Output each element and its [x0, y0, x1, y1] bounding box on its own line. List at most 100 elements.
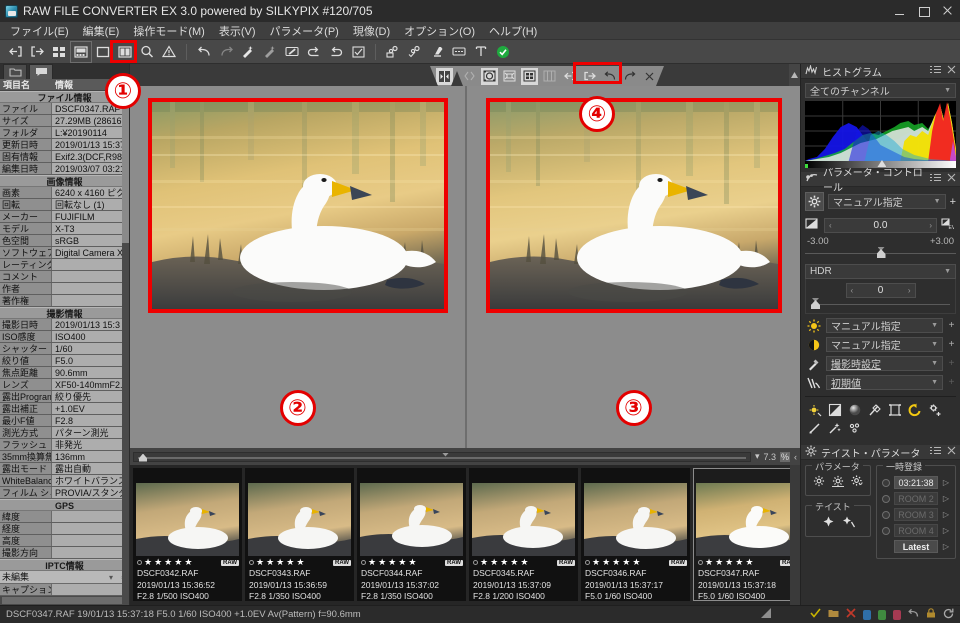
star-icon[interactable]: ★ [612, 558, 620, 567]
list-item[interactable]: ★ ★ ★ ★ ★ RAW DSCF0345.RAF 2019/01/13 15:37:… [469, 468, 578, 601]
exposure-stepper[interactable]: ‹ 0.0 › [824, 217, 937, 233]
menu-help[interactable]: ヘルプ(H) [483, 22, 543, 40]
arrow-left-exit-icon[interactable] [5, 42, 25, 62]
zoom-actual-icon[interactable] [501, 68, 518, 85]
close-icon[interactable] [947, 446, 956, 458]
star-icon[interactable]: ★ [144, 558, 152, 567]
table-row[interactable]: 測光方式 パターン測光 [0, 427, 129, 439]
radio-icon[interactable] [882, 526, 890, 535]
star-icon[interactable]: ★ [715, 558, 723, 567]
close-icon[interactable] [942, 5, 954, 17]
star-icon[interactable]: ★ [592, 558, 600, 567]
star-icon[interactable]: ★ [705, 558, 713, 567]
rotate-yellow-icon[interactable] [907, 402, 922, 417]
maximize-panel-icon[interactable] [761, 608, 771, 621]
lock-icon[interactable] [926, 608, 936, 621]
chevron-right-icon[interactable]: ▷ [942, 494, 950, 503]
tag-blue-icon[interactable] [863, 609, 871, 620]
chevron-left-icon[interactable]: ‹ [794, 452, 797, 462]
table-row[interactable]: 色空間 sRGB [0, 235, 129, 247]
star-icon[interactable]: ★ [154, 558, 162, 567]
gear-paste-icon[interactable] [832, 475, 844, 490]
thumbnail-rating[interactable]: ★ ★ ★ ★ ★ RAW [581, 556, 690, 567]
close-icon[interactable] [947, 173, 956, 185]
close-icon[interactable] [947, 65, 956, 77]
sharpness-icon[interactable] [867, 402, 882, 417]
gear-reset-icon[interactable] [851, 475, 863, 490]
minimize-icon[interactable] [894, 5, 906, 17]
grid-overlay-icon[interactable] [521, 68, 538, 85]
spot-repair-icon[interactable] [827, 420, 842, 435]
rating-none-icon[interactable] [585, 560, 590, 565]
close-icon[interactable] [641, 68, 658, 85]
star-icon[interactable]: ★ [510, 558, 518, 567]
gear-icon[interactable] [805, 192, 824, 211]
panel-menu-icon[interactable] [930, 173, 941, 185]
star-icon[interactable]: ★ [602, 558, 610, 567]
star-icon[interactable]: ★ [735, 558, 743, 567]
star-icon[interactable]: ★ [256, 558, 264, 567]
filmstrip-view-icon[interactable] [70, 40, 92, 63]
green-check-icon[interactable] [493, 42, 513, 62]
table-row[interactable]: コメント [0, 271, 129, 283]
histogram-channel-select[interactable]: 全てのチャンネル ▼ [805, 83, 956, 98]
taste-apply-icon[interactable] [842, 515, 855, 531]
add-parameter-icon[interactable]: + [950, 196, 956, 208]
table-row[interactable]: WhiteBalanceホワイトバランス自動 [0, 475, 129, 487]
list-item-selected[interactable]: ★ ★ ★ ★ ★ RAW DSCF0347.RAF 2019/01/13 15:37:… [693, 468, 800, 601]
brush-rect-icon[interactable] [282, 42, 302, 62]
eraser-icon[interactable] [427, 42, 447, 62]
star-icon[interactable]: ★ [622, 558, 630, 567]
text-plate-icon[interactable] [449, 42, 469, 62]
table-row[interactable]: 撮影日時 2019/01/13 15:3 [0, 319, 129, 331]
table-row[interactable]: 緯度 [0, 511, 129, 523]
contrast-select[interactable]: マニュアル指定 ▼ [826, 337, 943, 352]
table-row[interactable]: 焦点距離 90.6mm [0, 367, 129, 379]
hdr-select[interactable]: HDR ▼ [805, 264, 956, 279]
hdr-stepper[interactable]: ‹ 0 › [845, 283, 916, 298]
maximize-icon[interactable] [918, 5, 930, 17]
redo-icon[interactable] [621, 68, 638, 85]
magnifier-icon[interactable] [137, 42, 157, 62]
register-slot-3[interactable]: ROOM 3 ▷ [882, 508, 950, 521]
table-row[interactable]: 撮影方向 [0, 547, 129, 559]
left-preview-pane[interactable]: ② [130, 86, 465, 448]
chevron-right-icon[interactable]: ▷ [942, 478, 950, 487]
crop-icon[interactable] [887, 402, 902, 417]
thumbnail-rating[interactable]: ★ ★ ★ ★ ★ RAW [245, 556, 354, 567]
rating-none-icon[interactable] [698, 560, 703, 565]
rotate-left-icon[interactable] [304, 42, 324, 62]
delete-x-icon[interactable] [846, 608, 856, 621]
star-icon[interactable]: ★ [286, 558, 294, 567]
iptc-status-select[interactable]: 未編集 ▾ ◌ [0, 571, 129, 584]
gears-plus-icon[interactable] [927, 402, 942, 417]
menu-edit[interactable]: 編集(E) [77, 22, 126, 40]
star-icon[interactable]: ★ [296, 558, 304, 567]
info-tab[interactable] [29, 64, 53, 79]
undo-icon[interactable] [194, 42, 214, 62]
table-row[interactable]: 35mm換算焦点136mm [0, 451, 129, 463]
table-row[interactable]: 最小F値 F2.8 [0, 415, 129, 427]
noise-icon[interactable] [847, 420, 862, 435]
menu-parameter[interactable]: パラメータ(P) [264, 22, 345, 40]
taste-add-icon[interactable] [822, 515, 835, 531]
nav-prev-icon[interactable] [461, 68, 478, 85]
viewer-tab-compare[interactable] [430, 66, 459, 86]
highlight-icon[interactable] [807, 402, 822, 417]
table-row[interactable]: キャプション [0, 584, 129, 596]
filmstrip-scrollbar[interactable] [790, 465, 800, 605]
paste-params-icon[interactable] [405, 42, 425, 62]
decrement-icon[interactable]: ‹ [851, 286, 854, 295]
register-latest-row[interactable]: Latest ▷ [882, 540, 950, 553]
star-icon[interactable]: ★ [164, 558, 172, 567]
info-panel-hscrollbar[interactable] [0, 596, 129, 605]
chevron-down-icon[interactable]: ▾ [755, 451, 760, 462]
decrement-icon[interactable]: ‹ [829, 221, 832, 230]
star-icon[interactable]: ★ [408, 558, 416, 567]
table-row[interactable]: 画素6240 x 4160 ピクセル [0, 187, 129, 199]
parameter-mode-select[interactable]: マニュアル指定 ▼ [828, 194, 946, 209]
gear-copy-icon[interactable] [813, 475, 825, 490]
star-icon[interactable]: ★ [368, 558, 376, 567]
star-icon[interactable]: ★ [632, 558, 640, 567]
chevron-right-icon[interactable]: ▷ [942, 542, 950, 551]
